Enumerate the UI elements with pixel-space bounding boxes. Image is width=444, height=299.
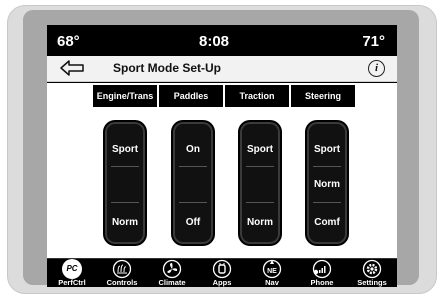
- status-bar: 68° 8:08 71°: [47, 25, 397, 56]
- nav-nav[interactable]: NE Nav: [247, 259, 297, 287]
- nav-label: Apps: [212, 278, 232, 287]
- nav-label: Phone: [310, 278, 334, 287]
- perfctrl-icon: PC: [62, 259, 82, 279]
- tab-bar: Engine/Trans Paddles Traction Steering: [93, 85, 355, 107]
- switch-divider: [246, 202, 274, 203]
- page-title: Sport Mode Set-Up: [113, 61, 221, 75]
- main-content: Engine/Trans Paddles Traction Steering S…: [47, 83, 397, 258]
- compass-icon: NE: [262, 259, 282, 279]
- nav-phone[interactable]: Phone: [297, 259, 347, 287]
- switch-divider: [313, 202, 341, 203]
- screen: 68° 8:08 71° Sport Mode Set-Up i Engine/…: [47, 25, 397, 287]
- engine-trans-option-sport[interactable]: Sport: [105, 144, 145, 155]
- nav-climate[interactable]: Climate: [147, 259, 197, 287]
- driver-temperature[interactable]: 68°: [57, 33, 80, 50]
- apps-icon: [212, 259, 232, 279]
- tab-steering[interactable]: Steering: [291, 85, 355, 107]
- tab-traction[interactable]: Traction: [225, 85, 289, 107]
- traction-rocker-switch[interactable]: Sport Norm: [238, 120, 282, 246]
- gear-icon: [362, 259, 382, 279]
- climate-icon: [162, 259, 182, 279]
- traction-option-sport[interactable]: Sport: [240, 144, 280, 155]
- title-bar: Sport Mode Set-Up i: [47, 56, 397, 82]
- steering-rocker-switch[interactable]: Sport Norm Comf: [305, 120, 349, 246]
- controls-icon: [112, 259, 132, 279]
- engine-trans-rocker-switch[interactable]: Sport Norm: [103, 120, 147, 246]
- steering-option-sport[interactable]: Sport: [307, 144, 347, 155]
- switch-divider: [111, 166, 139, 167]
- compass-heading: NE: [267, 268, 277, 275]
- switch-divider: [313, 166, 341, 167]
- back-arrow-icon: [60, 60, 84, 76]
- steering-option-comf[interactable]: Comf: [307, 217, 347, 228]
- info-button[interactable]: i: [368, 60, 385, 77]
- bottom-nav-bar: PC PerfCtrl Controls Climate Apps NE Nav…: [47, 258, 397, 287]
- paddles-rocker-switch[interactable]: On Off: [171, 120, 215, 246]
- engine-trans-option-norm[interactable]: Norm: [105, 217, 145, 228]
- clock: 8:08: [199, 33, 230, 50]
- nav-controls[interactable]: Controls: [97, 259, 147, 287]
- switch-divider: [179, 202, 207, 203]
- switch-divider: [246, 166, 274, 167]
- tab-paddles[interactable]: Paddles: [159, 85, 223, 107]
- nav-perfctrl[interactable]: PC PerfCtrl: [47, 259, 97, 287]
- switch-divider: [111, 202, 139, 203]
- phone-icon: [312, 259, 332, 279]
- nav-label: Nav: [265, 278, 279, 287]
- passenger-temperature[interactable]: 71°: [362, 33, 385, 50]
- nav-settings[interactable]: Settings: [347, 259, 397, 287]
- nav-label: PerfCtrl: [58, 278, 86, 287]
- switch-divider: [179, 166, 207, 167]
- nav-apps[interactable]: Apps: [197, 259, 247, 287]
- traction-option-norm[interactable]: Norm: [240, 217, 280, 228]
- nav-label: Controls: [106, 278, 138, 287]
- paddles-option-off[interactable]: Off: [173, 217, 213, 228]
- steering-option-norm[interactable]: Norm: [307, 179, 347, 190]
- tab-engine-trans[interactable]: Engine/Trans: [93, 85, 157, 107]
- back-button[interactable]: [59, 58, 89, 78]
- nav-label: Settings: [357, 278, 387, 287]
- nav-label: Climate: [158, 278, 186, 287]
- paddles-option-on[interactable]: On: [173, 144, 213, 155]
